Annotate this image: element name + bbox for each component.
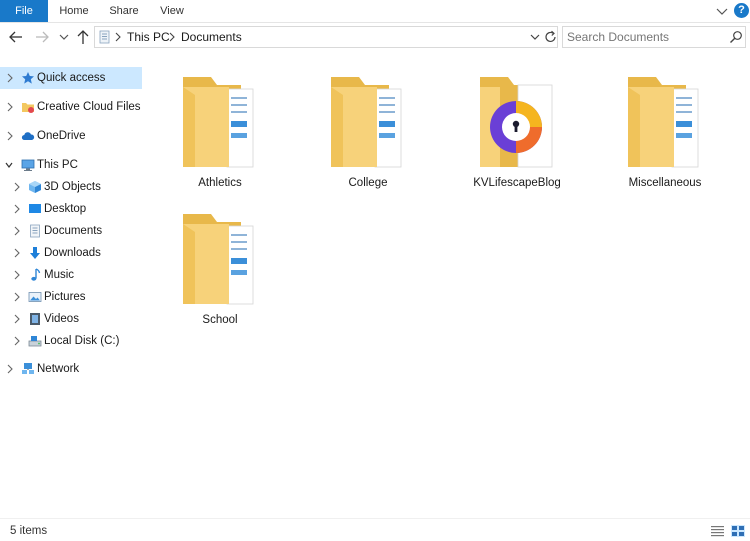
sidebar-item-label: Desktop bbox=[44, 203, 87, 215]
tab-home[interactable]: Home bbox=[52, 0, 96, 22]
sidebar-item-label: Local Disk (C:) bbox=[44, 335, 120, 347]
chevron-right-icon[interactable] bbox=[13, 314, 21, 324]
search-box[interactable] bbox=[562, 26, 746, 48]
chevron-right-icon[interactable] bbox=[13, 182, 21, 192]
folder-item-athletics[interactable]: Athletics bbox=[146, 57, 286, 189]
tab-view[interactable]: View bbox=[152, 0, 192, 22]
file-name: Miscellaneous bbox=[628, 177, 702, 189]
cube-icon bbox=[29, 181, 41, 193]
sidebar-item-label: Network bbox=[37, 363, 80, 375]
chevron-right-icon[interactable] bbox=[13, 204, 21, 214]
picture-icon bbox=[28, 292, 42, 302]
search-icon[interactable] bbox=[729, 30, 743, 44]
film-icon bbox=[30, 313, 40, 325]
recent-locations-chevron-icon[interactable] bbox=[58, 29, 70, 45]
password-manager-folder-icon bbox=[480, 77, 553, 168]
sidebar-item-pictures[interactable]: Pictures bbox=[0, 286, 142, 308]
folder-item-miscellaneous[interactable]: Miscellaneous bbox=[591, 57, 731, 189]
sidebar-item-label: This PC bbox=[37, 159, 78, 171]
chevron-down-icon[interactable] bbox=[5, 160, 13, 170]
sidebar-item-label: Music bbox=[44, 269, 75, 281]
large-icons-view-icon[interactable] bbox=[731, 525, 745, 537]
sidebar-item-label: Creative Cloud Files bbox=[37, 101, 141, 113]
folder-icon bbox=[628, 77, 699, 168]
sidebar-item-label: 3D Objects bbox=[44, 181, 101, 193]
sidebar-item-creative-cloud-files[interactable]: Creative Cloud Files bbox=[0, 96, 142, 118]
chevron-down-icon[interactable] bbox=[529, 30, 541, 44]
chevron-right-icon[interactable] bbox=[13, 248, 21, 258]
download-arrow-icon bbox=[30, 247, 40, 259]
back-arrow-icon[interactable] bbox=[8, 29, 24, 45]
folder-item-school[interactable]: School bbox=[146, 194, 286, 326]
chevron-down-icon[interactable] bbox=[714, 3, 730, 19]
folder-item-kvlifescapeblog[interactable]: KVLifescapeBlog bbox=[443, 57, 583, 189]
navigation-pane: Quick access Creative Cloud Files OneDri… bbox=[0, 57, 144, 517]
search-input[interactable] bbox=[567, 29, 727, 45]
network-icon bbox=[22, 363, 34, 374]
document-icon bbox=[99, 30, 110, 44]
item-count: 5 items bbox=[10, 525, 48, 537]
sidebar-item-local-disk-c[interactable]: Local Disk (C:) bbox=[0, 330, 142, 352]
creative-cloud-icon bbox=[22, 103, 34, 113]
ribbon-tab-bar: File Home Share View ? bbox=[0, 0, 750, 23]
refresh-icon[interactable] bbox=[544, 29, 558, 45]
sidebar-item-videos[interactable]: Videos bbox=[0, 308, 142, 330]
file-name: KVLifescapeBlog bbox=[473, 177, 561, 189]
tab-file[interactable]: File bbox=[0, 0, 48, 22]
address-bar[interactable]: This PC Documents bbox=[94, 26, 558, 48]
chevron-right-icon[interactable] bbox=[13, 226, 21, 236]
breadcrumb-separator-icon[interactable] bbox=[167, 30, 177, 44]
sidebar-item-label: Documents bbox=[44, 225, 103, 237]
navigation-bar: This PC Documents bbox=[0, 23, 750, 51]
forward-arrow-icon[interactable] bbox=[34, 29, 50, 45]
file-name: Athletics bbox=[198, 177, 242, 189]
sidebar-item-desktop[interactable]: Desktop bbox=[0, 198, 142, 220]
folder-icon bbox=[331, 77, 402, 168]
drive-icon bbox=[28, 336, 42, 347]
desktop-icon bbox=[29, 204, 41, 213]
music-note-icon bbox=[31, 268, 41, 281]
file-name: School bbox=[202, 314, 238, 326]
sidebar-item-this-pc[interactable]: This PC bbox=[0, 154, 142, 176]
sidebar-item-network[interactable]: Network bbox=[0, 358, 142, 380]
sidebar-item-label: Videos bbox=[44, 313, 79, 325]
sidebar-item-downloads[interactable]: Downloads bbox=[0, 242, 142, 264]
document-icon bbox=[30, 224, 40, 238]
chevron-right-icon[interactable] bbox=[13, 270, 21, 280]
breadcrumb-this-pc[interactable]: This PC bbox=[127, 30, 170, 44]
chevron-right-icon[interactable] bbox=[13, 336, 21, 346]
star-icon bbox=[22, 72, 34, 84]
sidebar-item-label: Downloads bbox=[44, 247, 101, 259]
breadcrumb-separator-icon[interactable] bbox=[113, 30, 123, 44]
chevron-right-icon[interactable] bbox=[6, 364, 14, 374]
folder-icon bbox=[183, 77, 254, 168]
file-list: Athletics College KVLifescapeBlog Miscel… bbox=[146, 57, 750, 517]
sidebar-item-label: Pictures bbox=[44, 291, 86, 303]
breadcrumb-documents[interactable]: Documents bbox=[181, 30, 242, 44]
sidebar-item-label: Quick access bbox=[37, 72, 106, 84]
status-bar: 5 items bbox=[0, 518, 750, 541]
cloud-icon bbox=[21, 132, 35, 141]
file-name: College bbox=[348, 177, 388, 189]
up-arrow-icon[interactable] bbox=[75, 29, 91, 45]
sidebar-item-label: OneDrive bbox=[37, 130, 86, 142]
folder-icon bbox=[183, 214, 254, 305]
chevron-right-icon[interactable] bbox=[13, 292, 21, 302]
details-view-icon[interactable] bbox=[711, 525, 724, 537]
sidebar-item-3d-objects[interactable]: 3D Objects bbox=[0, 176, 142, 198]
chevron-right-icon[interactable] bbox=[6, 102, 14, 112]
sidebar-item-onedrive[interactable]: OneDrive bbox=[0, 125, 142, 147]
help-icon[interactable]: ? bbox=[734, 3, 749, 18]
chevron-right-icon[interactable] bbox=[6, 131, 14, 141]
tab-share[interactable]: Share bbox=[104, 0, 144, 22]
folder-item-college[interactable]: College bbox=[294, 57, 434, 189]
computer-icon bbox=[21, 159, 35, 171]
chevron-right-icon[interactable] bbox=[6, 73, 14, 83]
sidebar-item-music[interactable]: Music bbox=[0, 264, 142, 286]
sidebar-item-quick-access[interactable]: Quick access bbox=[0, 67, 142, 89]
sidebar-item-documents[interactable]: Documents bbox=[0, 220, 142, 242]
